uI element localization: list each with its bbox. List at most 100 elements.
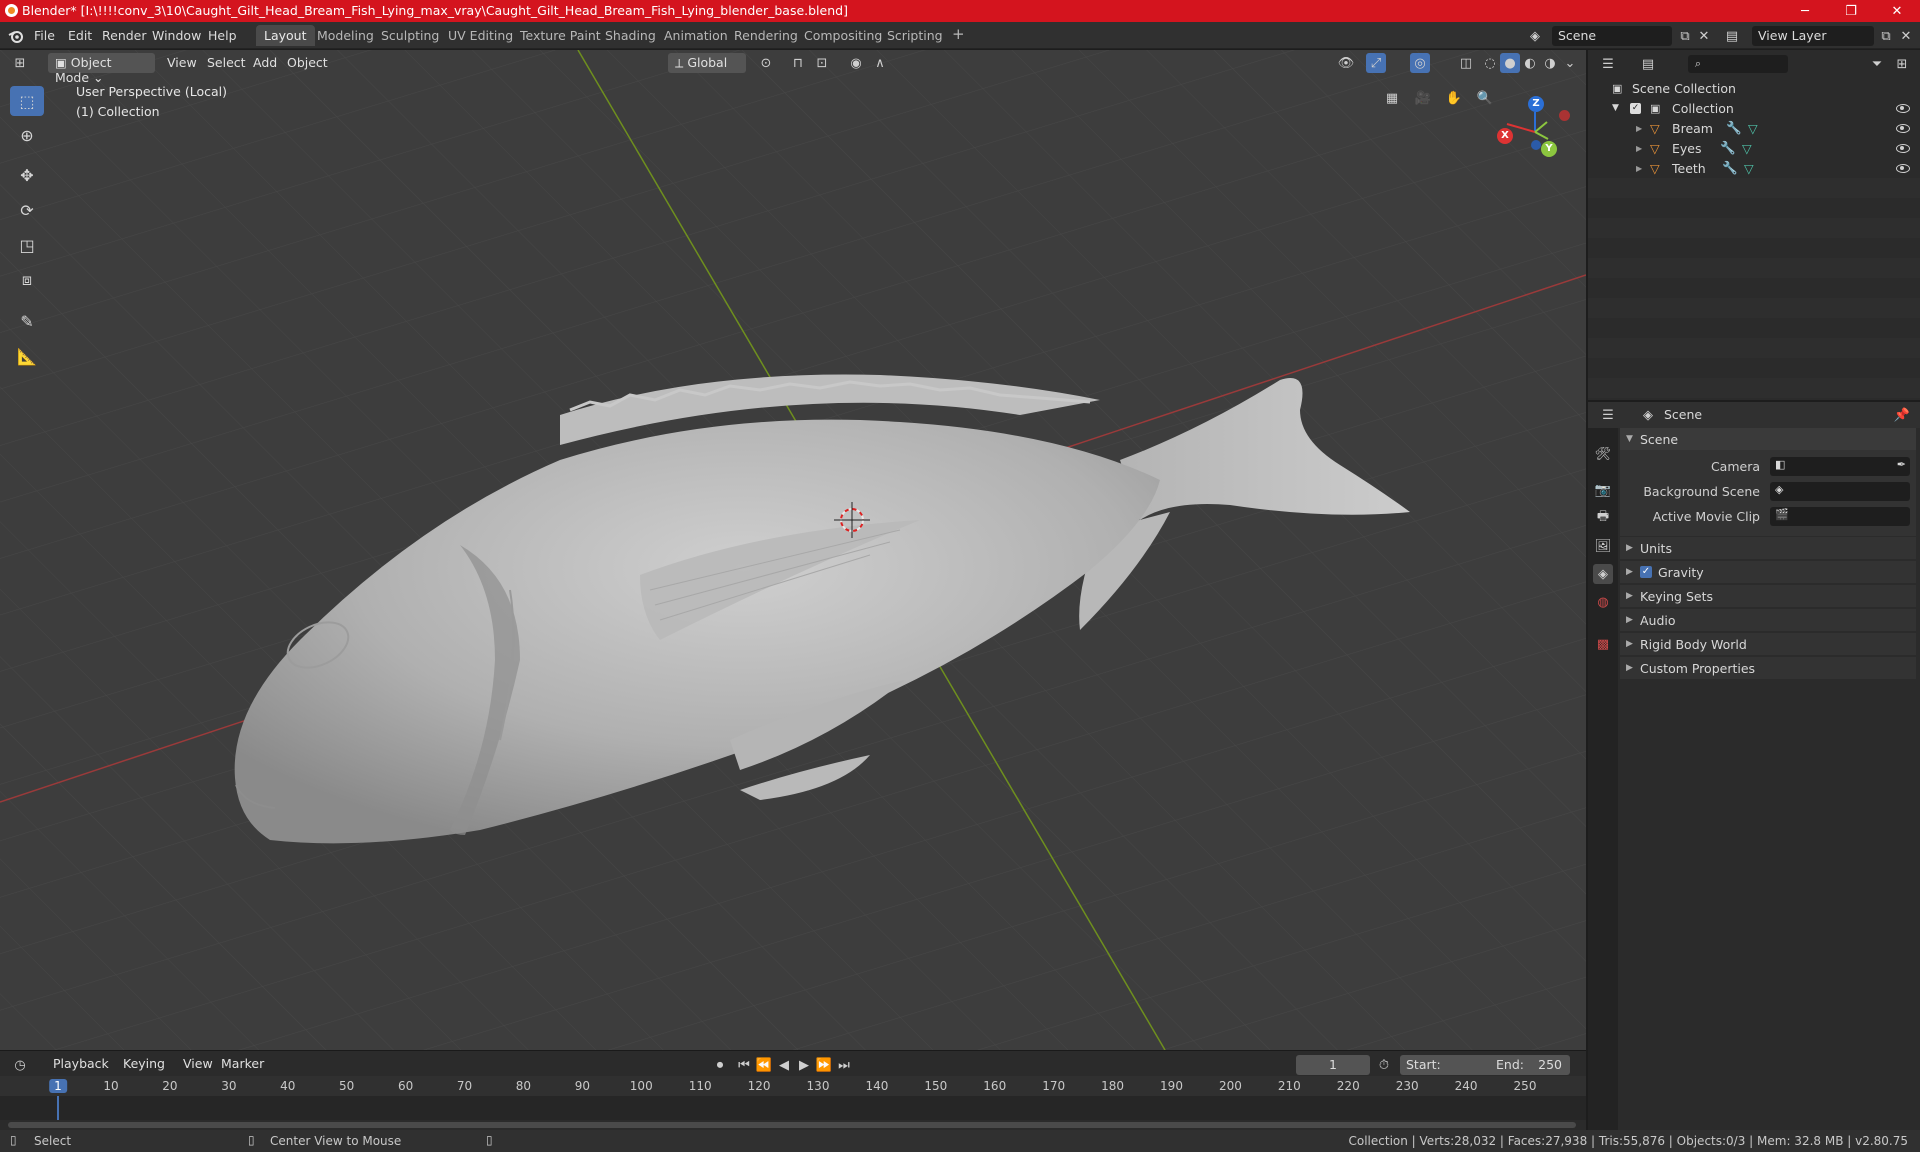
gizmo-y-axis[interactable]: Y [1541,141,1557,157]
scene-panel-header[interactable]: ▼ Scene [1620,428,1916,450]
scene-tab-icon[interactable]: ◈ [1593,564,1613,584]
playhead-line[interactable] [57,1096,59,1120]
outliner-row-collection[interactable]: ▼ ✓ ▣ Collection [1588,98,1920,118]
select-box-tool[interactable]: ⬚ [10,86,44,116]
collection-checkbox[interactable]: ✓ [1630,102,1641,114]
prev-keyframe-icon[interactable]: ⏪ [754,1055,774,1075]
tab-rendering[interactable]: Rendering [726,25,806,46]
pivot-point-icon[interactable]: ⊙ [756,53,776,73]
outliner-editor-type-icon[interactable]: ☰ [1598,54,1618,74]
world-tab-icon[interactable]: ◍ [1593,592,1613,612]
delete-view-layer-icon[interactable]: ✕ [1896,26,1916,46]
timeline-editor-type-icon[interactable]: ◷ [10,1055,30,1075]
teeth-visibility-eye-icon[interactable] [1896,163,1910,173]
eyes-visibility-eye-icon[interactable] [1896,143,1910,153]
pan-view-hand-icon[interactable]: ✋ [1444,88,1464,108]
camera-field[interactable]: ◧ ✒ [1770,457,1910,476]
transform-orientation-dropdown[interactable]: ⟂ Global [668,53,746,73]
tab-compositing[interactable]: Compositing [796,25,890,46]
audio-panel-header[interactable]: ▶ Audio [1620,609,1916,631]
menu-object[interactable]: Object [280,53,335,73]
transform-tool[interactable]: ⧈ [10,265,44,295]
menu-file[interactable]: File [34,28,55,43]
play-reverse-icon[interactable]: ◀ [774,1055,794,1075]
blender-menu-icon[interactable] [6,26,26,46]
menu-render[interactable]: Render [102,28,147,43]
new-view-layer-icon[interactable]: ⧉ [1876,26,1896,46]
material-shading-icon[interactable]: ◐ [1520,53,1540,73]
camera-view-icon[interactable]: 🎥 [1413,88,1433,108]
view-layer-selector-icon[interactable]: ▤ [1722,26,1742,46]
proportional-edit-icon[interactable]: ◉ [846,53,866,73]
keying-sets-panel-header[interactable]: ▶ Keying Sets [1620,585,1916,607]
expand-chevron-icon[interactable]: ▶ [1636,144,1642,153]
menu-help[interactable]: Help [208,28,237,43]
outliner-row-scene-collection[interactable]: ▣ Scene Collection [1588,78,1920,98]
rotate-tool[interactable]: ⟳ [10,195,44,225]
jump-start-icon[interactable]: ⏮ [734,1055,754,1075]
tab-modeling[interactable]: Modeling [309,25,382,46]
gizmo-x-axis[interactable]: X [1497,128,1513,144]
units-panel-header[interactable]: ▶ Units [1620,537,1916,559]
new-collection-icon[interactable]: ⊞ [1892,54,1912,74]
gizmo-toggle-icon[interactable]: ⤢ [1366,53,1386,73]
annotate-tool[interactable]: ✎ [10,306,44,336]
measure-tool[interactable]: 📐 [10,341,44,371]
mode-dropdown[interactable]: ▣ Object Mode ⌄ [48,53,155,85]
snap-icon[interactable]: ⊓ [788,53,808,73]
solid-shading-icon[interactable]: ● [1500,53,1520,73]
properties-editor-type-icon[interactable]: ☰ [1598,405,1618,425]
view-layer-field[interactable]: View Layer [1752,26,1874,46]
filter-icon[interactable]: ⏷ [1867,54,1887,74]
scale-tool[interactable]: ◳ [10,230,44,260]
current-frame-field[interactable]: 1 [1296,1055,1370,1075]
outliner-row-bream[interactable]: ▶ ▽ Bream 🔧 ▽ [1588,118,1920,138]
toggle-grid-view-icon[interactable]: ▦ [1382,88,1402,108]
mesh-data-icon[interactable]: ▽ [1748,121,1758,136]
active-movie-clip-field[interactable]: 🎬 [1770,507,1910,526]
modifier-wrench-icon[interactable]: 🔧 [1722,160,1738,176]
modifier-wrench-icon[interactable]: 🔧 [1720,140,1736,156]
jump-end-icon[interactable]: ⏭ [834,1055,854,1075]
visibility-icon[interactable]: 👁 [1336,53,1356,73]
view-layer-tab-icon[interactable]: 🖼 [1593,536,1613,556]
bream-visibility-eye-icon[interactable] [1896,123,1910,133]
snap-target-icon[interactable]: ⊡ [812,53,832,73]
menu-view[interactable]: View [160,53,204,73]
outliner-row-teeth[interactable]: ▶ ▽ Teeth 🔧 ▽ [1588,158,1920,178]
menu-edit[interactable]: Edit [68,28,92,43]
minimize-button[interactable]: ─ [1782,0,1828,22]
tab-sculpting[interactable]: Sculpting [373,25,447,46]
timeline-ruler[interactable]: 1 10 20 30 40 50 60 70 80 90 100 110 120 130 140 150 160… [0,1076,1586,1096]
end-frame-field[interactable]: End: 250 [1490,1055,1570,1075]
texture-tab-icon[interactable]: ▩ [1593,634,1613,654]
modifier-wrench-icon[interactable]: 🔧 [1726,120,1742,136]
gravity-panel-header[interactable]: ▶ ✓ Gravity [1620,561,1916,583]
background-scene-field[interactable]: ◈ [1770,482,1910,501]
expand-chevron-icon[interactable]: ▶ [1636,124,1642,133]
gizmo-neg-z-axis[interactable] [1531,140,1541,150]
timeline-scrollbar[interactable] [8,1122,1576,1128]
wireframe-shading-icon[interactable]: ◌ [1480,53,1500,73]
mesh-data-icon[interactable]: ▽ [1744,161,1754,176]
next-keyframe-icon[interactable]: ⏩ [814,1055,834,1075]
menu-add[interactable]: Add [246,53,284,73]
delete-scene-icon[interactable]: ✕ [1694,26,1714,46]
custom-properties-panel-header[interactable]: ▶ Custom Properties [1620,657,1916,679]
menu-window[interactable]: Window [152,28,201,43]
tab-uv-editing[interactable]: UV Editing [440,25,521,46]
editor-type-icon[interactable]: ⊞ [10,53,30,73]
pin-icon[interactable]: 📌 [1892,405,1912,425]
menu-marker[interactable]: Marker [214,1054,271,1074]
collection-visibility-eye-icon[interactable] [1896,103,1910,113]
outliner-row-eyes[interactable]: ▶ ▽ Eyes 🔧 ▽ [1588,138,1920,158]
xray-toggle-icon[interactable]: ◫ [1456,53,1476,73]
maximize-button[interactable]: ❐ [1828,0,1874,22]
add-workspace-button[interactable]: + [944,25,973,46]
scene-selector-icon[interactable]: ◈ [1525,26,1545,46]
tab-layout[interactable]: Layout [256,25,315,46]
falloff-icon[interactable]: ∧ [870,53,890,73]
menu-keying[interactable]: Keying [116,1054,172,1074]
close-button[interactable]: ✕ [1874,0,1920,22]
display-mode-icon[interactable]: ▤ [1638,54,1658,74]
